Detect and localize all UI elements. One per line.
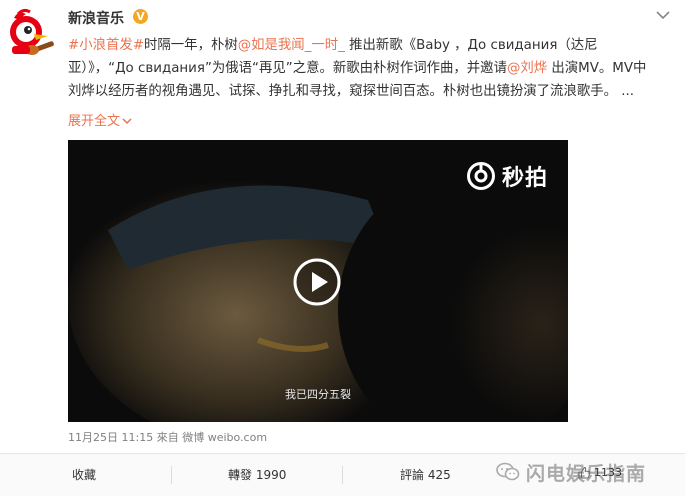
divider — [342, 466, 343, 484]
miaopai-watermark: 秒拍 — [466, 160, 548, 192]
post-source[interactable]: 微博 weibo.com — [182, 431, 267, 444]
author-name[interactable]: 新浪音乐 — [68, 8, 124, 28]
post-text-segment: 亚）》，“До свидания”为俄语“再见”之意。新歌由朴树作词作曲，并邀请 — [68, 61, 507, 76]
post-text-segment: 推出新歌《Baby ，До свидания（达尼 — [344, 38, 598, 53]
expand-full-text-link[interactable]: 展开全文 — [68, 110, 132, 129]
like-count: 1133 — [594, 466, 622, 479]
play-icon[interactable] — [292, 257, 342, 307]
comment-button[interactable]: 評論 425 — [400, 454, 451, 496]
post-text: #小浪首发#时隔一年，朴树@如是我闻_一时_ 推出新歌《Baby ，До сви… — [68, 34, 668, 103]
mention-link[interactable]: @刘烨 — [507, 61, 547, 76]
post-time[interactable]: 11月25日 11:15 — [68, 431, 153, 444]
chevron-down-icon — [122, 118, 132, 125]
avatar[interactable] — [4, 6, 58, 60]
repost-button[interactable]: 轉發 1990 — [228, 454, 286, 496]
video-player[interactable]: 秒拍 我已四分五裂 — [68, 140, 568, 422]
expand-label: 展开全文 — [68, 114, 121, 129]
like-button[interactable]: 1133 — [578, 466, 622, 479]
video-subtitle: 我已四分五裂 — [285, 388, 351, 401]
wechat-icon — [496, 462, 520, 481]
post-text-segment: 时隔一年，朴树 — [144, 38, 238, 53]
verified-badge-icon: V — [133, 9, 148, 24]
mention-link[interactable]: @如是我闻_一时_ — [238, 38, 345, 53]
favorite-button[interactable]: 收藏 — [72, 454, 96, 496]
weibo-post-card: 新浪音乐 V #小浪首发#时隔一年，朴树@如是我闻_一时_ 推出新歌《Baby … — [0, 0, 685, 496]
topic-link[interactable]: #小浪首发# — [68, 38, 144, 53]
divider — [171, 466, 172, 484]
post-text-segment: 刘烨以经历者的视角遇见、试探、挣扎和寻找，窥探世间百态。朴树也出镜扮演了流浪歌手… — [68, 84, 635, 99]
chevron-down-icon[interactable] — [655, 10, 671, 20]
watermark-text: 秒拍 — [501, 166, 548, 191]
post-text-segment: 出演MV。MV中 — [547, 61, 647, 76]
wechat-watermark: 闪电娱乐指南 — [496, 458, 646, 486]
miaopai-logo-icon — [466, 162, 495, 190]
thumbs-up-icon — [578, 466, 591, 479]
post-meta: 11月25日 11:15 來自 微博 weibo.com — [68, 429, 267, 445]
from-label: 來自 — [156, 431, 179, 444]
